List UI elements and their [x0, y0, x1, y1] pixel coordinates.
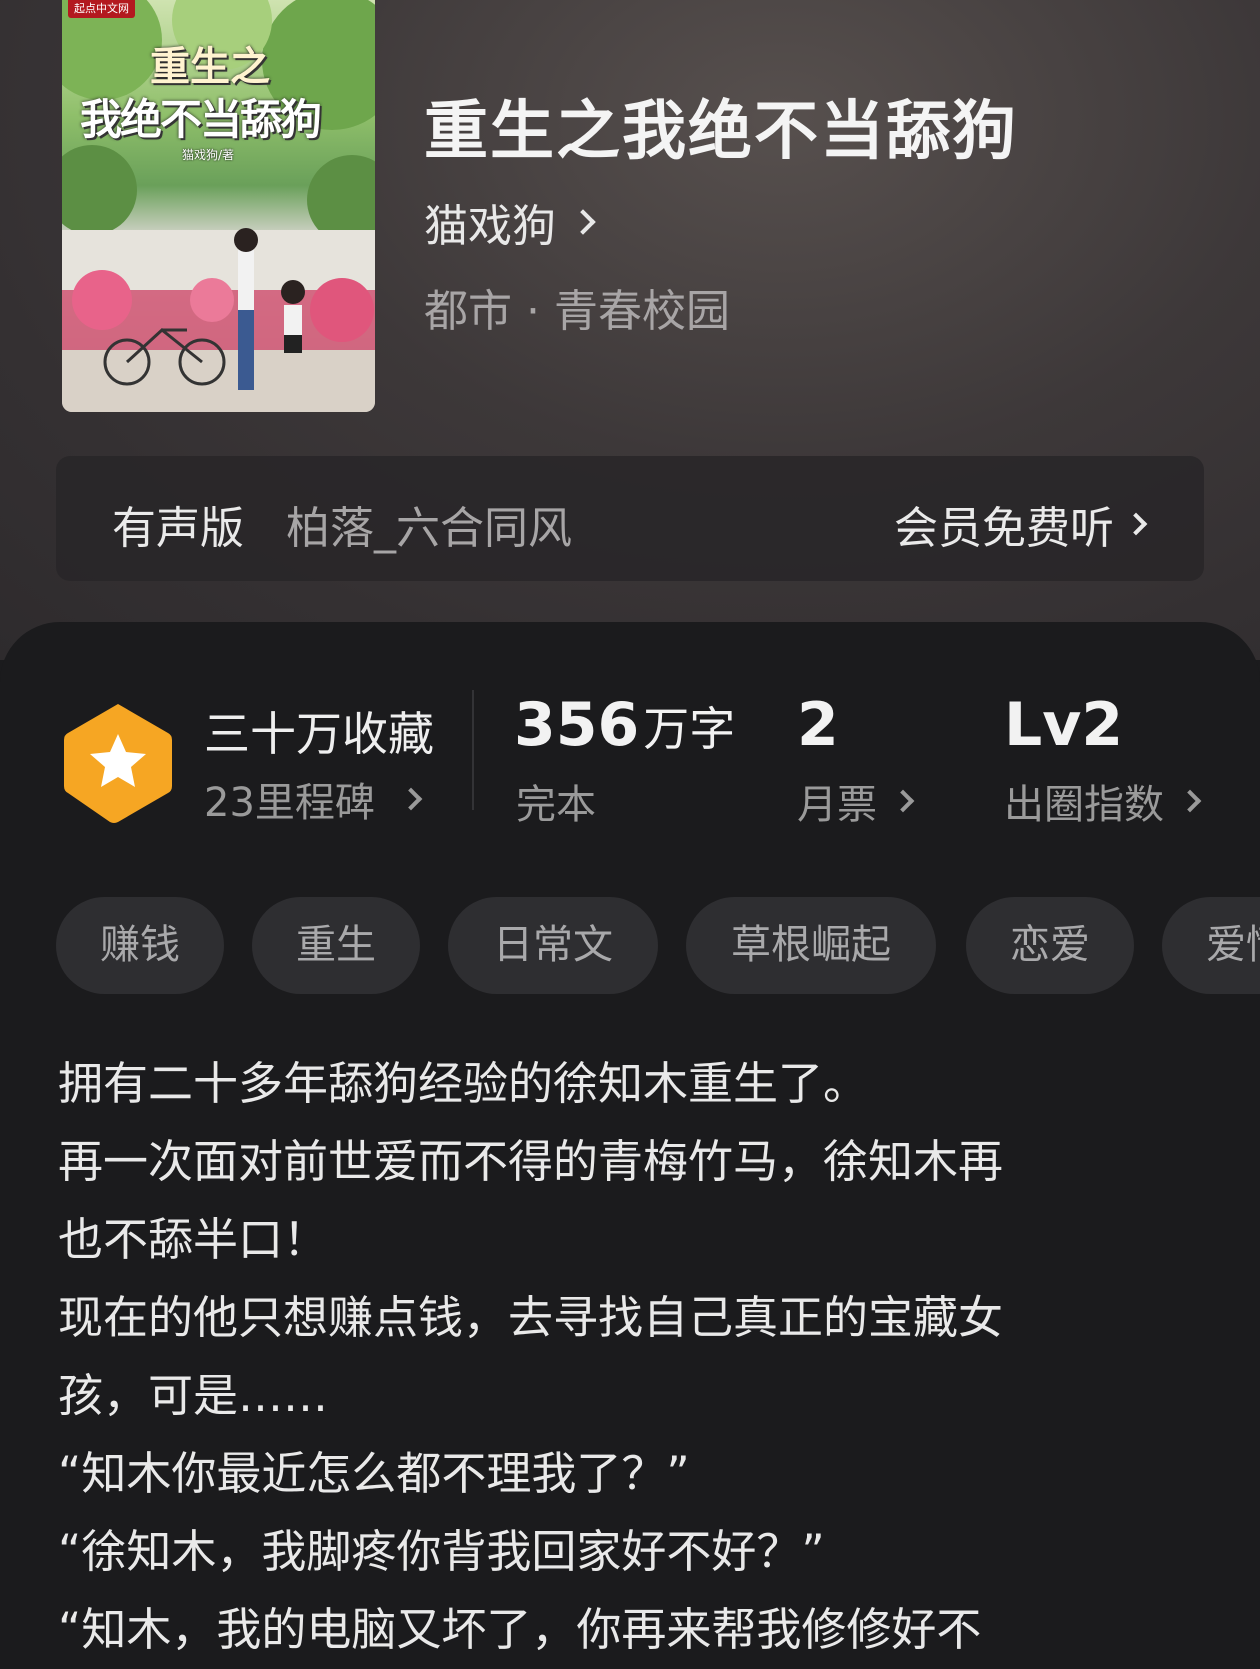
book-description[interactable]: 拥有二十多年舔狗经验的徐知木重生了。 再一次面对前世爱而不得的青梅竹马，徐知木再… [58, 1045, 1198, 1669]
tag-chip[interactable]: 日常文 [448, 897, 658, 994]
popularity-index-value: Lv2 [1004, 690, 1124, 760]
milestone-label: 23里程碑 [204, 780, 375, 826]
completion-status: 完本 [516, 772, 596, 830]
description-line: 也不舔半口！ [58, 1213, 329, 1266]
description-line: 孩，可是…… [58, 1369, 329, 1422]
tag-chip[interactable]: 恋爱 [966, 897, 1134, 994]
star-badge-icon [64, 704, 172, 823]
description-line: 再一次面对前世爱而不得的青梅竹马，徐知木再 [58, 1135, 1004, 1188]
cover-title-line1: 重生之 [150, 43, 270, 90]
chevron-right-icon [891, 789, 915, 813]
tag-chip[interactable]: 草根崛起 [686, 897, 936, 994]
word-count-value: 356 [514, 690, 640, 760]
monthly-tickets-link[interactable]: 月票 [797, 772, 915, 830]
chevron-right-icon [1124, 512, 1148, 536]
description-line: “徐知木，我脚疼你背我回家好不好？” [58, 1525, 825, 1578]
description-line: 拥有二十多年舔狗经验的徐知木重生了。 [58, 1057, 869, 1110]
book-title: 重生之我绝不当舔狗 [424, 94, 1018, 169]
audio-label: 有声版 [112, 503, 244, 554]
popularity-index-link[interactable]: 出圈指数 [1004, 772, 1202, 830]
description-line: “知木，我的电脑又坏了，你再来帮我修修好不 [58, 1603, 982, 1656]
tag-list: 赚钱 重生 日常文 草根崛起 恋爱 爱情 [56, 897, 1260, 994]
listen-free-button[interactable]: 会员免费听 [894, 492, 1148, 556]
popularity-index-label: 出圈指数 [1004, 782, 1164, 828]
word-count-unit: 万字 [643, 702, 736, 756]
monthly-tickets-label: 月票 [797, 782, 877, 828]
chevron-right-icon [570, 209, 596, 235]
description-line: 现在的他只想赚点钱，去寻找自己真正的宝藏女 [58, 1291, 1004, 1344]
tag-chip[interactable]: 爱情 [1162, 897, 1260, 994]
monthly-tickets-value: 2 [797, 690, 839, 760]
audio-narrator: 柏落_六合同风 [286, 503, 572, 554]
author-link[interactable]: 猫戏狗 [424, 190, 596, 254]
cover-title: 重生之 我绝不当舔狗 [80, 34, 370, 147]
tag-chip[interactable]: 重生 [252, 897, 420, 994]
listen-free-label: 会员免费听 [894, 503, 1114, 554]
completion-label: 完本 [516, 782, 596, 828]
cover-title-line2: 我绝不当舔狗 [80, 95, 322, 144]
author-name: 猫戏狗 [424, 201, 556, 252]
word-count: 356万字 [514, 690, 735, 760]
collection-count[interactable]: 三十万收藏 [204, 698, 434, 764]
chevron-right-icon [1178, 789, 1202, 813]
cover-author: 猫戏狗/著 [182, 148, 235, 162]
milestone-link[interactable]: 23里程碑 [204, 770, 423, 828]
cover-publisher-logo: 起点中文网 [68, 0, 135, 18]
description-line: “知木你最近怎么都不理我了？” [58, 1447, 690, 1500]
stats-divider [472, 690, 474, 810]
chevron-right-icon [399, 787, 423, 811]
book-genre: 都市 · 青春校园 [424, 286, 730, 337]
book-cover[interactable]: 起点中文网 重生之 我绝不当舔狗 猫戏狗/著 [62, 0, 375, 412]
tag-chip[interactable]: 赚钱 [56, 897, 224, 994]
audio-version-bar[interactable]: 有声版 柏落_六合同风 会员免费听 [56, 456, 1204, 581]
